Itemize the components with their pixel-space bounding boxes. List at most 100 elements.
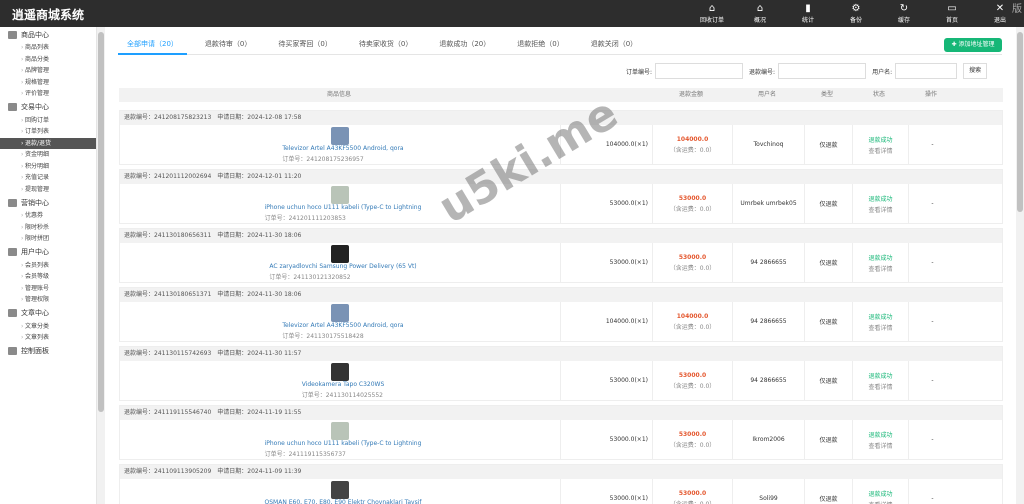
sidebar-item[interactable]: 管理账号	[0, 283, 96, 295]
product-cell: OSMAN E60, E70, E80, E90 Elektr Choynakl…	[120, 479, 560, 504]
sidebar-group[interactable]: 控制面板	[0, 344, 96, 359]
unit-price: 53000.0(×1)	[560, 479, 652, 504]
sidebar-item[interactable]: 文章列表	[0, 332, 96, 344]
tab-5[interactable]: 退款拒绝（0）	[508, 37, 572, 55]
add-address-button[interactable]: ✚ 添加地址管理	[944, 38, 1002, 52]
order-no-label: 订单号：	[301, 391, 326, 399]
refund-amount: 53000.0 （含运费：0.0）	[652, 184, 732, 223]
col-username: 用户名	[757, 91, 776, 98]
apply-date-label: 申请日期：	[217, 468, 248, 475]
sidebar-group[interactable]: 商品中心	[0, 27, 96, 42]
sidebar-item[interactable]: 充值记录	[0, 172, 96, 184]
order-no-label: 订单号：	[282, 155, 307, 163]
refund-order: 退款编号：241130180651371 申请日期：2024-11-30 18:0…	[119, 287, 1003, 342]
sidebar-group[interactable]: 用户中心	[0, 245, 96, 260]
username-value: Ikrom2006	[752, 436, 785, 443]
sidebar-item[interactable]: 会员等级	[0, 271, 96, 283]
sidebar-item[interactable]: 商品列表	[0, 42, 96, 54]
sidebar-item[interactable]: 退款/退货	[0, 137, 96, 149]
sidebar: 商品中心商品列表商品分类品牌管理规格管理评价管理交易中心回购订单订单列表退款/退…	[0, 27, 97, 504]
tab-3[interactable]: 待卖家收货（0）	[350, 37, 421, 55]
view-detail-link[interactable]: 查看详情	[868, 264, 892, 273]
sidebar-item[interactable]: 订单列表	[0, 126, 96, 138]
tab-0[interactable]: 全部申请（20）	[118, 37, 187, 55]
unit-price: 104000.0(×1)	[560, 125, 652, 164]
sidebar-scroll-thumb[interactable]	[98, 32, 104, 412]
order-number: 订单号：241201111203853	[265, 213, 422, 222]
refund-amount: 104000.0 （含运费：0.0）	[652, 302, 732, 341]
tab-6[interactable]: 退款关闭（0）	[582, 37, 646, 55]
action-cell: -	[908, 184, 956, 223]
topnav-item-4[interactable]: ↻ 缓存	[880, 0, 928, 27]
order-no-value: 241130175518428	[306, 332, 364, 340]
product-name-link[interactable]: iPhone uchun hoco U111 kabeli (Type-C to…	[265, 440, 422, 447]
refund-type: 仅退款	[804, 125, 852, 164]
sidebar-group-label: 商品中心	[21, 30, 49, 39]
status-badge: 退款成功	[868, 372, 893, 380]
refund-no-label: 退款编号：	[124, 232, 155, 239]
product-name-link[interactable]: Videokamera Tapo C320WS	[302, 381, 385, 388]
sidebar-item[interactable]: 限时拼团	[0, 233, 96, 245]
sidebar-group[interactable]: 文章中心	[0, 306, 96, 321]
product-name-link[interactable]: OSMAN E60, E70, E80, E90 Elektr Choynakl…	[265, 499, 422, 504]
product-thumbnail	[330, 126, 349, 145]
col-type: 类型	[820, 91, 833, 98]
sidebar-item[interactable]: 回购订单	[0, 115, 96, 127]
page-scrollbar[interactable]	[1016, 27, 1024, 504]
sidebar-group-label: 营销中心	[21, 198, 49, 207]
sidebar-item[interactable]: 品牌管理	[0, 65, 96, 77]
tab-2[interactable]: 待买家寄回（0）	[269, 37, 340, 55]
tab-1[interactable]: 退款待审（0）	[196, 37, 260, 55]
product-name-link[interactable]: AC zaryadlovchi Samsung Power Delivery (…	[269, 263, 416, 270]
product-cell: iPhone uchun hoco U111 kabeli (Type-C to…	[120, 184, 560, 223]
order-no-input[interactable]	[655, 63, 744, 79]
view-detail-link[interactable]: 查看详情	[868, 382, 892, 391]
freight-note: （含运费：0.0）	[669, 500, 716, 504]
view-detail-link[interactable]: 查看详情	[868, 205, 892, 214]
sidebar-item[interactable]: 商品分类	[0, 54, 96, 66]
sidebar-item[interactable]: 限时秒杀	[0, 222, 96, 234]
sidebar-item[interactable]: 优惠券	[0, 210, 96, 222]
refund-type-value: 仅退款	[819, 319, 838, 326]
sidebar-item[interactable]: 积分明细	[0, 161, 96, 173]
sidebar-group[interactable]: 交易中心	[0, 100, 96, 115]
sidebar-item[interactable]: 评价管理	[0, 88, 96, 100]
refund-type-value: 仅退款	[819, 260, 838, 267]
topnav-item-1[interactable]: ⌂ 概况	[736, 0, 784, 27]
sidebar-item[interactable]: 提现管理	[0, 184, 96, 196]
refund-no-value: 241109113905209	[154, 468, 212, 475]
view-detail-link[interactable]: 查看详情	[868, 323, 892, 332]
sidebar-item[interactable]: 资金明细	[0, 149, 96, 161]
refund-type-value: 仅退款	[819, 437, 838, 444]
page-scroll-thumb[interactable]	[1017, 32, 1023, 212]
topnav-label: 备份	[849, 17, 862, 24]
topnav-item-5[interactable]: ▭ 首页	[928, 0, 976, 27]
product-name-link[interactable]: Televizor Artel A43KF5500 Android, qora	[282, 145, 403, 152]
refund-no-label: 退款编号：	[124, 468, 155, 475]
username: 94 2866655	[732, 243, 804, 282]
topnav-item-3[interactable]: ⚙ 备份	[832, 0, 880, 27]
product-name-link[interactable]: iPhone uchun hoco U111 kabeli (Type-C to…	[265, 204, 422, 211]
sidebar-group[interactable]: 营销中心	[0, 195, 96, 210]
topnav-item-0[interactable]: ⌂ 回收订单	[688, 0, 736, 27]
apply-date-value: 2024-11-30 18:06	[247, 291, 302, 298]
product-name-link[interactable]: Televizor Artel A43KF5500 Android, qora	[282, 322, 403, 329]
sidebar-item[interactable]: 会员列表	[0, 260, 96, 272]
refund-no-input[interactable]	[778, 63, 867, 79]
refresh-icon: ↻	[899, 3, 909, 14]
product-thumbnail	[330, 362, 349, 381]
topnav-item-2[interactable]: ▮ 统计	[784, 0, 832, 27]
sidebar-item[interactable]: 规格管理	[0, 77, 96, 89]
search-button[interactable]: 搜索	[963, 63, 988, 79]
sidebar-item[interactable]: 文章分类	[0, 321, 96, 333]
sidebar-item[interactable]: 管理权限	[0, 294, 96, 306]
sidebar-scrollbar[interactable]	[97, 27, 105, 504]
unit-price: 53000.0(×1)	[560, 361, 652, 400]
tab-4[interactable]: 退款成功（20）	[430, 37, 499, 55]
view-detail-link[interactable]: 查看详情	[868, 441, 892, 450]
view-detail-link[interactable]: 查看详情	[868, 146, 892, 155]
username-input[interactable]	[895, 63, 958, 79]
refund-type: 仅退款	[804, 479, 852, 504]
view-detail-link[interactable]: 查看详情	[868, 500, 892, 504]
username-label: 用户名:	[872, 68, 893, 76]
